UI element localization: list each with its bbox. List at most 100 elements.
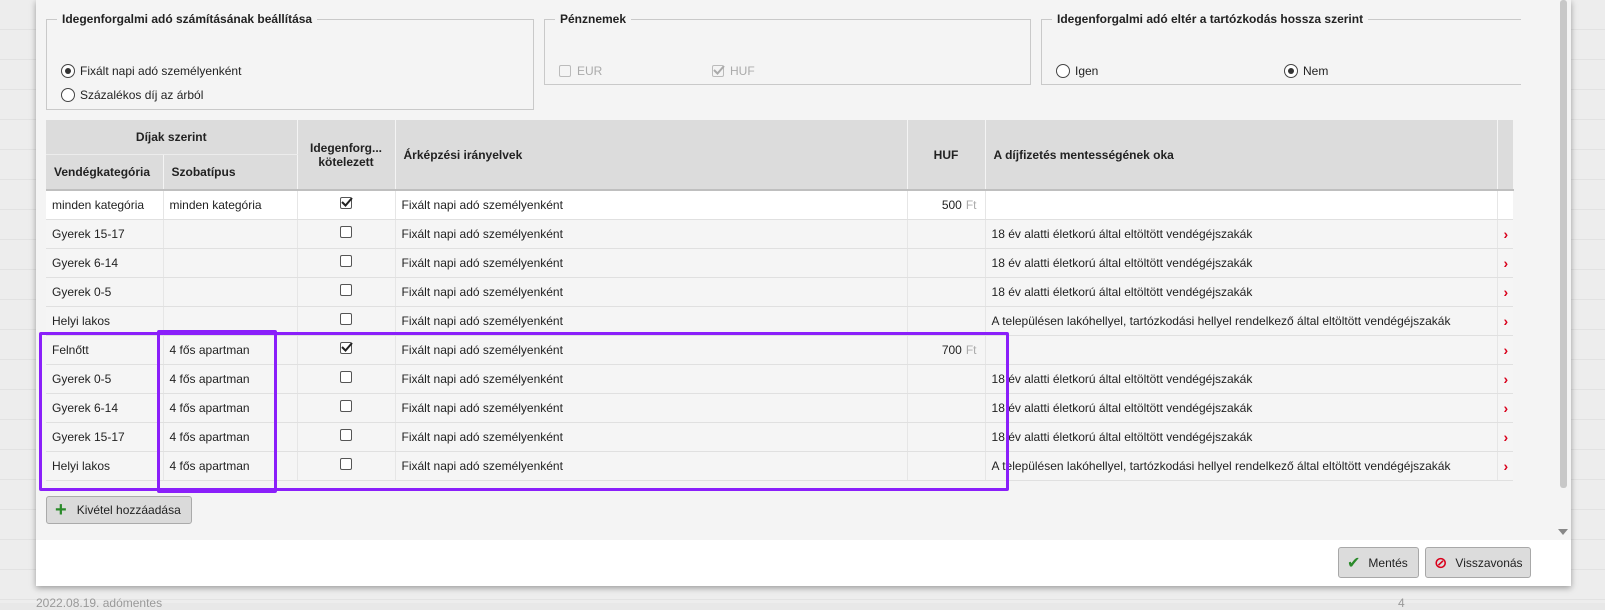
cell-action[interactable]: › bbox=[1497, 248, 1514, 278]
cell-huf[interactable] bbox=[907, 277, 986, 307]
cell-room-type[interactable]: 4 fős apartman bbox=[163, 335, 298, 365]
table-row[interactable]: Gyerek 6-14 4 fős apartman Fixált napi adó… bbox=[46, 393, 1514, 423]
cell-reason[interactable]: 18 év alatti életkorú által eltöltött ve… bbox=[985, 364, 1498, 394]
cell-pricing[interactable]: Fixált napi adó személyenként bbox=[395, 364, 908, 394]
table-row[interactable]: Gyerek 0-5 Fixált napi adó személyenként 1… bbox=[46, 277, 1514, 307]
cell-reason[interactable]: 18 év alatti életkorú által eltöltött ve… bbox=[985, 219, 1498, 249]
cell-pricing[interactable]: Fixált napi adó személyenként bbox=[395, 306, 908, 336]
cell-room-type[interactable]: 4 fős apartman bbox=[163, 451, 298, 481]
chevron-right-icon[interactable]: › bbox=[1504, 371, 1509, 387]
table-row[interactable]: Felnőtt 4 fős apartman Fixált napi adó sze… bbox=[46, 335, 1514, 365]
cell-huf[interactable] bbox=[907, 248, 986, 278]
add-exception-button[interactable]: + Kivétel hozzáadása bbox=[46, 496, 192, 524]
vertical-scrollbar[interactable] bbox=[1555, 0, 1571, 540]
cell-guest-category[interactable]: Felnőtt bbox=[46, 335, 164, 365]
cell-reason[interactable]: 18 év alatti életkorú által eltöltött ve… bbox=[985, 393, 1498, 423]
chevron-right-icon[interactable]: › bbox=[1504, 284, 1509, 300]
cell-action[interactable]: › bbox=[1497, 393, 1514, 423]
cell-guest-category[interactable]: Helyi lakos bbox=[46, 306, 164, 336]
cell-action[interactable]: › bbox=[1497, 306, 1514, 336]
table-row[interactable]: Helyi lakos Fixált napi adó személyenként… bbox=[46, 306, 1514, 336]
cell-huf[interactable]: 500 Ft bbox=[907, 190, 986, 220]
checkbox-unchecked-icon[interactable] bbox=[559, 65, 571, 77]
duration-option-no[interactable]: Nem bbox=[1284, 64, 1328, 78]
cell-reason[interactable] bbox=[985, 190, 1498, 220]
table-row[interactable]: Helyi lakos 4 fős apartman Fixált napi adó… bbox=[46, 451, 1514, 481]
cell-pricing[interactable]: Fixált napi adó személyenként bbox=[395, 248, 908, 278]
radio-selected-icon[interactable] bbox=[61, 64, 75, 78]
cell-pricing[interactable]: Fixált napi adó személyenként bbox=[395, 219, 908, 249]
cell-reason[interactable]: 18 év alatti életkorú által eltöltött ve… bbox=[985, 422, 1498, 452]
col-header-pricing[interactable]: Árképzési irányelvek bbox=[395, 120, 908, 191]
radio-unselected-icon[interactable] bbox=[1056, 64, 1070, 78]
checkbox-unchecked-icon[interactable] bbox=[340, 226, 353, 238]
cell-obligated[interactable] bbox=[297, 190, 396, 220]
chevron-right-icon[interactable]: › bbox=[1504, 342, 1509, 358]
cell-guest-category[interactable]: Helyi lakos bbox=[46, 451, 164, 481]
cell-room-type[interactable] bbox=[163, 306, 298, 336]
checkbox-unchecked-icon[interactable] bbox=[340, 284, 353, 296]
cell-huf[interactable] bbox=[907, 422, 986, 452]
cell-pricing[interactable]: Fixált napi adó személyenként bbox=[395, 451, 908, 481]
checkbox-checked-icon[interactable] bbox=[712, 65, 725, 77]
chevron-right-icon[interactable]: › bbox=[1504, 400, 1509, 416]
cell-guest-category[interactable]: Gyerek 6-14 bbox=[46, 393, 164, 423]
cell-guest-category[interactable]: Gyerek 0-5 bbox=[46, 277, 164, 307]
cell-pricing[interactable]: Fixált napi adó személyenként bbox=[395, 190, 908, 220]
checkbox-unchecked-icon[interactable] bbox=[340, 255, 353, 267]
cell-guest-category[interactable]: Gyerek 6-14 bbox=[46, 248, 164, 278]
col-header-guest-category[interactable]: Vendégkategória bbox=[46, 154, 164, 191]
cell-action[interactable]: › bbox=[1497, 335, 1514, 365]
save-button[interactable]: ✔ Mentés bbox=[1338, 547, 1419, 578]
table-row[interactable]: Gyerek 15-17 Fixált napi adó személyenkén… bbox=[46, 219, 1514, 249]
cell-action[interactable]: › bbox=[1497, 422, 1514, 452]
cancel-button[interactable]: ⊘ Visszavonás bbox=[1425, 547, 1531, 578]
duration-option-yes[interactable]: Igen bbox=[1056, 64, 1098, 78]
cell-guest-category[interactable]: Gyerek 0-5 bbox=[46, 364, 164, 394]
cell-obligated[interactable] bbox=[297, 393, 396, 423]
cell-room-type[interactable]: 4 fős apartman bbox=[163, 393, 298, 423]
cell-obligated[interactable] bbox=[297, 219, 396, 249]
cell-guest-category[interactable]: Gyerek 15-17 bbox=[46, 422, 164, 452]
checkbox-checked-icon[interactable] bbox=[340, 342, 353, 354]
cell-pricing[interactable]: Fixált napi adó személyenként bbox=[395, 335, 908, 365]
col-header-huf[interactable]: HUF bbox=[907, 120, 986, 191]
cell-huf[interactable] bbox=[907, 451, 986, 481]
col-header-reason[interactable]: A díjfizetés mentességének oka bbox=[985, 120, 1498, 191]
cell-obligated[interactable] bbox=[297, 364, 396, 394]
checkbox-unchecked-icon[interactable] bbox=[340, 458, 353, 470]
cell-huf[interactable] bbox=[907, 364, 986, 394]
col-header-obligated[interactable]: Idegenforg... kötelezett bbox=[297, 120, 396, 191]
cell-reason[interactable]: A településen lakóhellyel, tartózkodási … bbox=[985, 306, 1498, 336]
radio-selected-icon[interactable] bbox=[1284, 64, 1298, 78]
table-row[interactable]: Gyerek 0-5 4 fős apartman Fixált napi adó … bbox=[46, 364, 1514, 394]
cell-action[interactable] bbox=[1497, 190, 1514, 220]
cell-guest-category[interactable]: Gyerek 15-17 bbox=[46, 219, 164, 249]
cell-reason[interactable] bbox=[985, 335, 1498, 365]
cell-room-type[interactable]: minden kategória bbox=[163, 190, 298, 220]
chevron-right-icon[interactable]: › bbox=[1504, 226, 1509, 242]
cell-action[interactable]: › bbox=[1497, 364, 1514, 394]
chevron-right-icon[interactable]: › bbox=[1504, 429, 1509, 445]
cell-huf[interactable]: 700 Ft bbox=[907, 335, 986, 365]
scroll-down-arrow-icon[interactable] bbox=[1558, 529, 1568, 535]
table-row[interactable]: Gyerek 15-17 4 fős apartman Fixált napi ad… bbox=[46, 422, 1514, 452]
cell-pricing[interactable]: Fixált napi adó személyenként bbox=[395, 422, 908, 452]
cell-pricing[interactable]: Fixált napi adó személyenként bbox=[395, 393, 908, 423]
checkbox-checked-icon[interactable] bbox=[340, 197, 353, 210]
cell-action[interactable]: › bbox=[1497, 451, 1514, 481]
cell-room-type[interactable] bbox=[163, 219, 298, 249]
cell-reason[interactable]: 18 év alatti életkorú által eltöltött ve… bbox=[985, 277, 1498, 307]
col-header-room-type[interactable]: Szobatípus bbox=[163, 154, 298, 191]
checkbox-unchecked-icon[interactable] bbox=[340, 429, 353, 441]
cell-reason[interactable]: 18 év alatti életkorú által eltöltött ve… bbox=[985, 248, 1498, 278]
cell-obligated[interactable] bbox=[297, 248, 396, 278]
checkbox-unchecked-icon[interactable] bbox=[340, 313, 353, 325]
table-row[interactable]: minden kategória minden kategória Fixált n… bbox=[46, 190, 1514, 220]
cell-obligated[interactable] bbox=[297, 422, 396, 452]
cell-huf[interactable] bbox=[907, 393, 986, 423]
cell-action[interactable]: › bbox=[1497, 277, 1514, 307]
chevron-right-icon[interactable]: › bbox=[1504, 255, 1509, 271]
cell-obligated[interactable] bbox=[297, 306, 396, 336]
cell-huf[interactable] bbox=[907, 219, 986, 249]
